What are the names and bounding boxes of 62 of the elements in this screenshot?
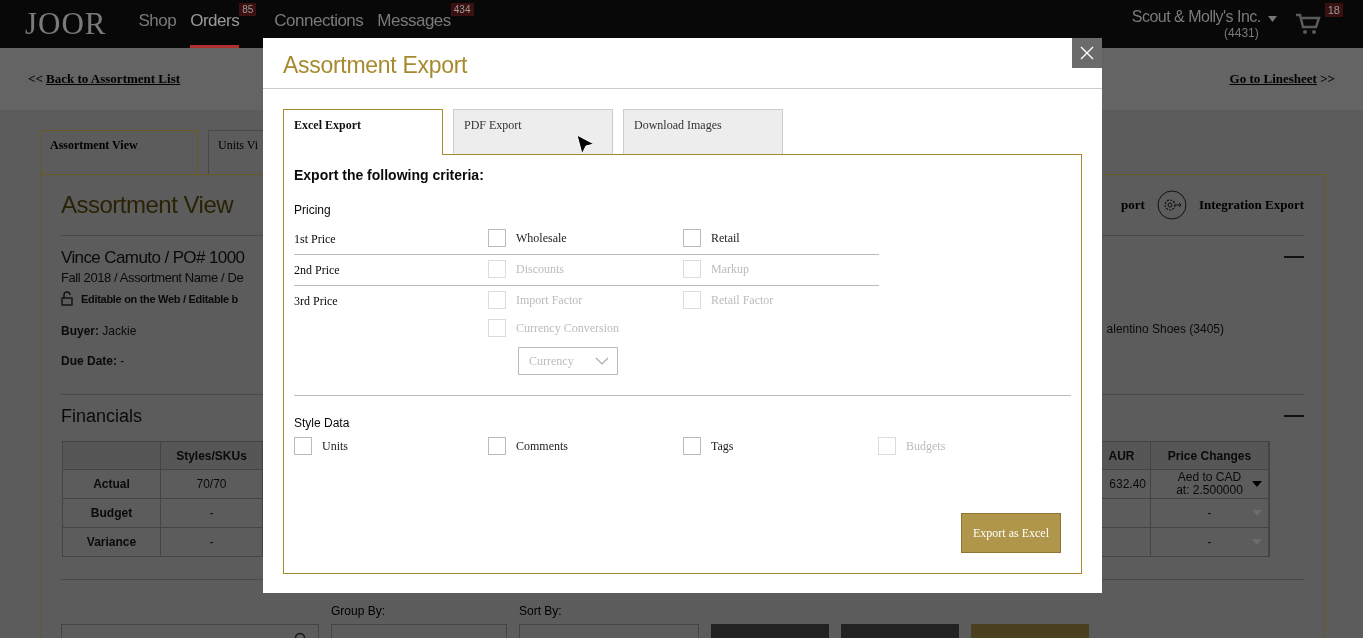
order-subtitle: Fall 2018 / Assortment Name / De [61,270,245,285]
section-title: Financials [61,405,143,427]
nav-link[interactable]: Shop [138,0,177,48]
close-button[interactable] [1072,38,1102,68]
buyer-field: Buyer: Jackie [61,324,245,338]
checkbox-label: Wholesale [516,230,567,246]
linesheet-link[interactable]: Go to Linesheet >> [1229,71,1335,87]
checkbox[interactable] [683,437,701,455]
editable-status: Editable on the Web / Editable b [81,292,239,305]
price-level-label: 2nd Price [294,262,341,278]
order-title: Vince Camuto / PO# 1000 [61,248,245,268]
price-level-label: 3rd Price [294,293,339,310]
checkbox-label: Discounts [516,261,564,277]
export-tab[interactable]: PDF Export [453,109,613,154]
row-label: Budget [63,498,161,527]
group-by-label: Group By: [331,604,387,618]
caret-icon [1267,16,1277,22]
checkbox-label: Currency Conversion [516,320,619,336]
dialog-title: Assortment Export [283,52,468,79]
checkbox[interactable] [488,229,506,247]
count-badge: 434 [450,3,474,16]
column-header: Price Changes [1151,442,1269,469]
checkbox-label: Retail [711,230,740,246]
checkbox[interactable] [294,437,312,455]
logo[interactable]: JOOR [25,6,107,42]
count-badge: 85 [239,3,257,16]
section-label: Pricing [294,203,332,217]
checkbox-label: Budgets [906,438,946,454]
brand-name: alentino Shoes (3405) [1106,322,1224,336]
price-level-label: 1st Price [294,231,337,247]
checkbox-label: Comments [516,438,568,454]
export-tab[interactable]: Excel Export [283,109,443,155]
close-icon [1080,46,1094,60]
criteria-heading: Export the following criteria: [294,167,485,183]
cart-icon[interactable] [1294,12,1321,36]
row-label: Variance [63,527,161,556]
column-header: Styles/SKUs [161,442,263,469]
checkbox[interactable] [488,437,506,455]
mouse-cursor-icon [576,134,596,156]
checkbox-label: Retail Factor [711,292,774,308]
export-link[interactable]: port [1121,197,1145,213]
checkbox[interactable] [683,229,701,247]
checkbox-label: Units [322,438,348,454]
checkbox-label: Import Factor [516,292,583,308]
lock-icon [61,291,73,306]
export-tab[interactable]: Download Images [623,109,783,154]
checkbox-label: Tags [711,438,734,454]
due-date-field: Due Date: - [61,354,245,368]
sort-by-label: Sort By: [519,604,563,618]
cart-count-badge: 18 [1324,3,1343,17]
row-label: Actual [63,469,161,498]
back-link[interactable]: << Back to Assortment List [28,71,181,87]
view-tab[interactable]: Assortment View [40,130,198,174]
checkbox-label: Markup [711,261,749,277]
export-excel-button[interactable]: Export as Excel [961,513,1061,553]
account-menu[interactable]: Scout & Molly's Inc. [1131,8,1277,26]
account-number: (4431) [1224,26,1259,40]
chevron-down-icon [595,357,609,365]
price-change-dropdown[interactable]: Aed to CAD at: 2.500000 [1151,469,1269,498]
section-label: Style Data [294,416,351,430]
page-title: Assortment View [61,191,234,219]
integration-export-link[interactable]: Integration Export [1198,197,1304,213]
